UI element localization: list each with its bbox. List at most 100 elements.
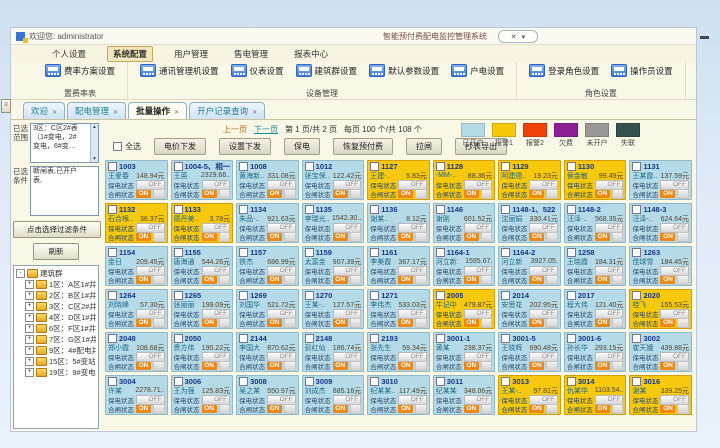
meter-card[interactable]: 1265 张丽丽 199.09元 保电状态 OFF 合闸状态 ON	[171, 289, 234, 329]
tree-item[interactable]: 15区：5#变站（3#	[16, 356, 96, 367]
document-tab[interactable]: 配电管理	[67, 102, 126, 119]
toolbar-button[interactable]: 设置下发	[219, 138, 271, 155]
select-all[interactable]: 全选	[113, 141, 141, 152]
document-tab[interactable]: 批量操作	[128, 102, 187, 119]
meter-checkbox[interactable]	[632, 334, 641, 343]
meter-card[interactable]: 1129 阿建德.. 19.23元 保电状态 OFF 合闸状态 ON	[498, 160, 561, 200]
meter-card[interactable]: 1164-2 河立新 3927.05. 保电状态 OFF 合闸状态 ON	[498, 246, 561, 286]
meter-card[interactable]: 1164-1 河立新. 1595.67. 保电状态 OFF 合闸状态 ON	[433, 246, 496, 286]
meter-card[interactable]: 3001-6 孙长华 293.15元 保电状态 OFF 合闸状态 ON	[564, 332, 627, 372]
meter-checkbox[interactable]	[370, 205, 379, 214]
tab-close-icon[interactable]	[174, 106, 179, 116]
meter-checkbox[interactable]	[239, 248, 248, 257]
meter-checkbox[interactable]	[632, 377, 641, 386]
meter-card[interactable]: 2050 贵方伟 190.22元 保电状态 OFF 合闸状态 ON	[171, 332, 234, 372]
meter-checkbox[interactable]	[174, 334, 183, 343]
meter-checkbox[interactable]	[567, 334, 576, 343]
meter-card[interactable]: 3008 吴之某 550.97元 保电状态 OFF 合闸状态 ON	[236, 375, 299, 415]
ribbon-button[interactable]: 仪表设置	[231, 64, 284, 77]
meter-card[interactable]: 1270 王某-.. 127.57元 保电状态 OFF 合闸状态 ON	[302, 289, 365, 329]
menu-tab[interactable]: 售电管理	[229, 47, 273, 61]
menu-tab[interactable]: 报表中心	[289, 47, 333, 61]
expander-icon[interactable]	[25, 280, 34, 289]
meter-checkbox[interactable]	[239, 205, 248, 214]
minimize-icon[interactable]	[700, 36, 709, 39]
switch-on-badge[interactable]: ON	[464, 233, 479, 241]
meter-checkbox[interactable]	[436, 205, 445, 214]
switch-on-badge[interactable]: ON	[398, 319, 413, 327]
switch-on-badge[interactable]: ON	[529, 319, 544, 327]
tab-close-icon[interactable]	[113, 106, 118, 116]
meter-checkbox[interactable]	[108, 377, 117, 386]
meter-checkbox[interactable]	[436, 377, 445, 386]
scroll-up-icon[interactable]	[92, 124, 97, 130]
switch-on-badge[interactable]: ON	[267, 319, 282, 327]
switch-on-badge[interactable]: ON	[529, 190, 544, 198]
switch-on-badge[interactable]: ON	[398, 233, 413, 241]
switch-on-badge[interactable]: ON	[660, 190, 675, 198]
meter-checkbox[interactable]	[174, 248, 183, 257]
meter-card[interactable]: 1130 侯金敏 99.49元 保电状态 OFF 合闸状态 ON	[564, 160, 627, 200]
meter-card[interactable]: 3001-1 黄某 238.37元 保电状态 OFF 合闸状态 ON	[433, 332, 496, 372]
listbox-scrollbar[interactable]	[90, 124, 98, 162]
switch-on-badge[interactable]: ON	[202, 276, 217, 284]
switch-on-badge[interactable]: ON	[136, 276, 151, 284]
meter-checkbox[interactable]	[108, 334, 117, 343]
switch-on-badge[interactable]: ON	[333, 190, 348, 198]
expander-icon[interactable]	[25, 324, 34, 333]
meter-checkbox[interactable]	[174, 205, 183, 214]
meter-card[interactable]: 1004-5、相一 王英 2329.66.. 保电状态 OFF 合闸状态 ON	[171, 160, 234, 200]
switch-on-badge[interactable]: ON	[660, 319, 675, 327]
switch-on-badge[interactable]: ON	[660, 233, 675, 241]
meter-card[interactable]: 1148-2 汪泽-.. 568.35元 保电状态 OFF 合闸状态 ON	[564, 203, 627, 243]
toolbar-button[interactable]: 保电	[284, 138, 320, 155]
meter-card[interactable]: 1128 -MM-.. 88.36元 保电状态 OFF 合闸状态 ON	[433, 160, 496, 200]
meter-card[interactable]: 3014 仇某华 1103.54.. 保电状态 OFF 合闸状态 ON	[564, 375, 627, 415]
meter-card[interactable]: 1012 张宝保.. 122.42元 保电状态 OFF 合闸状态 ON	[302, 160, 365, 200]
switch-on-badge[interactable]: ON	[464, 362, 479, 370]
ribbon-button[interactable]: 建筑群设置	[296, 64, 358, 77]
tree-item[interactable]: 4区：D区1#井（D区	[16, 312, 96, 323]
meter-checkbox[interactable]	[305, 377, 314, 386]
tree-item[interactable]: 6区：F区1#井（F区	[16, 323, 96, 334]
meter-card[interactable]: 3004 许某 2278.71.. 保电状态 OFF 合闸状态 ON	[105, 375, 168, 415]
switch-on-badge[interactable]: ON	[398, 362, 413, 370]
meter-card[interactable]: 1159 太富金 907.39元 保电状态 OFF 合闸状态 ON	[302, 246, 365, 286]
switch-on-badge[interactable]: ON	[398, 276, 413, 284]
meter-checkbox[interactable]	[436, 162, 445, 171]
meter-checkbox[interactable]	[305, 162, 314, 171]
meter-checkbox[interactable]	[174, 291, 183, 300]
close-icon[interactable]	[511, 33, 517, 41]
meter-card[interactable]: 2017 程大伟 121.40元 保电状态 OFF 合闸状态 ON	[564, 289, 627, 329]
meter-checkbox[interactable]	[108, 291, 117, 300]
meter-checkbox[interactable]	[174, 377, 183, 386]
document-tab[interactable]: 欢迎	[23, 102, 65, 119]
meter-checkbox[interactable]	[305, 291, 314, 300]
meter-checkbox[interactable]	[239, 377, 248, 386]
switch-on-badge[interactable]: ON	[398, 405, 413, 413]
meter-checkbox[interactable]	[567, 162, 576, 171]
meter-card[interactable]: 1154 金日 209.45元 保电状态 OFF 合闸状态 ON	[105, 246, 168, 286]
tab-close-icon[interactable]	[52, 106, 57, 116]
meter-card[interactable]: 1003 王爱春 148.94元 保电状态 OFF 合闸状态 ON	[105, 160, 168, 200]
meter-checkbox[interactable]	[567, 377, 576, 386]
meter-card[interactable]: 1146 谢刚 601.52元 保电状态 OFF 合闸状态 ON	[433, 203, 496, 243]
meter-checkbox[interactable]	[305, 248, 314, 257]
meter-card[interactable]: 1263 佳球雪 184.45元 保电状态 OFF 合闸状态 ON	[629, 246, 692, 286]
meter-checkbox[interactable]	[370, 248, 379, 257]
meter-checkbox[interactable]	[436, 291, 445, 300]
meter-card[interactable]: 3001-5 王晓辉 690.48元 保电状态 OFF 合闸状态 ON	[498, 332, 561, 372]
selected-range-listbox[interactable]: 3区：C区2#表（1#变电，2#变电，6#变…	[30, 123, 99, 163]
quick-access-toggle[interactable]	[498, 30, 538, 43]
ribbon-button[interactable]: 通讯管理机设置	[140, 64, 219, 77]
meter-checkbox[interactable]	[370, 162, 379, 171]
menu-tab[interactable]: 用户管理	[169, 47, 213, 61]
next-page-link[interactable]: 下一页	[254, 124, 278, 135]
meter-card[interactable]: 2148 彭红仙 186.74元 保电状态 OFF 合闸状态 ON	[302, 332, 365, 372]
meter-checkbox[interactable]	[108, 248, 117, 257]
tree-item[interactable]: 3区：C区2#井（1#	[16, 301, 96, 312]
ribbon-button[interactable]: 费率方案设置	[45, 64, 115, 77]
meter-card[interactable]: 3002 崔天娥 439.88元 保电状态 OFF 合闸状态 ON	[629, 332, 692, 372]
expander-icon[interactable]	[25, 368, 34, 377]
switch-on-badge[interactable]: ON	[333, 319, 348, 327]
